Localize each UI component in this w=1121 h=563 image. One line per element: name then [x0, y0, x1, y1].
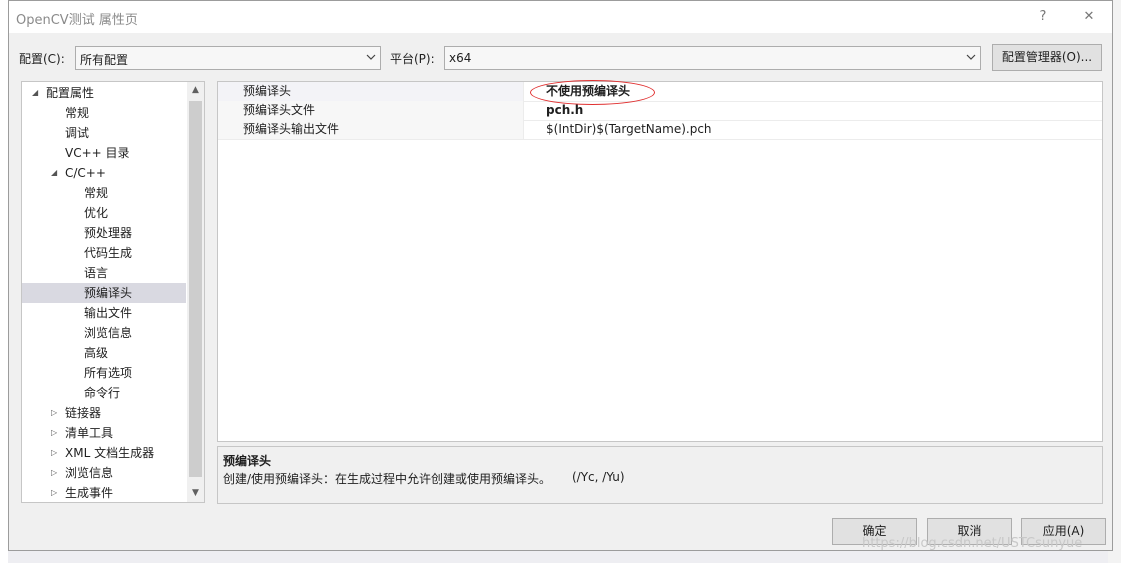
- property-row[interactable]: 预编译头输出文件 $(IntDir)$(TargetName).pch: [218, 120, 1102, 140]
- tree-item-label: 代码生成: [84, 246, 133, 260]
- property-pages-dialog: OpenCV测试 属性页 ? ✕ 配置(C): 所有配置 平台(P): x64 …: [8, 0, 1113, 551]
- description-switch: (/Yc, /Yu): [572, 470, 625, 484]
- tree-item-label: 优化: [84, 206, 109, 220]
- tree-item-label: 调试: [65, 126, 90, 140]
- property-tree: ▲ ▼ ◢ 配置属性 常规 调试 VC++ 目录 ◢ C/C++ 常规 优化 预处理器 代码生成 语言…: [21, 81, 205, 503]
- tree-item-label: 高级: [84, 346, 109, 360]
- help-button[interactable]: ?: [1026, 5, 1060, 29]
- collapsed-arrow-icon[interactable]: ▷: [51, 463, 57, 483]
- tree-item[interactable]: 浏览信息: [22, 323, 186, 343]
- configuration-value: 所有配置: [80, 53, 129, 67]
- tree-item[interactable]: 语言: [22, 263, 186, 283]
- description-title: 预编译头: [223, 454, 272, 468]
- tree-item[interactable]: 常规: [22, 103, 186, 123]
- collapsed-arrow-icon[interactable]: ▷: [51, 423, 57, 443]
- tree-item[interactable]: ▷ 生成事件: [22, 483, 186, 502]
- platform-label: 平台(P):: [390, 52, 435, 66]
- tree-item[interactable]: 代码生成: [22, 243, 186, 263]
- watermark: https://blog.csdn.net/USTCsunyue: [862, 536, 1083, 551]
- close-button[interactable]: ✕: [1072, 5, 1106, 29]
- tree-item-label: 常规: [65, 106, 90, 120]
- tree-item-label: 所有选项: [84, 366, 133, 380]
- property-grid: 预编译头 不使用预编译头 预编译头文件 pch.h 预编译头输出文件 $(IntDir)$…: [217, 80, 1103, 442]
- expanded-arrow-icon[interactable]: ◢: [51, 163, 57, 183]
- chevron-down-icon: [366, 52, 376, 62]
- tree-item[interactable]: 优化: [22, 203, 186, 223]
- property-name: 预编译头文件: [218, 101, 524, 120]
- tree-item-label: 配置属性: [46, 86, 95, 100]
- tree-item-label: 生成事件: [65, 486, 114, 500]
- tree-item[interactable]: 预编译头: [22, 283, 186, 303]
- tree-item[interactable]: 输出文件: [22, 303, 186, 323]
- scroll-up-arrow-icon[interactable]: ▲: [187, 82, 204, 99]
- window-title: OpenCV测试 属性页: [16, 13, 138, 28]
- tree-item[interactable]: VC++ 目录: [22, 143, 186, 163]
- tree-item-label: VC++ 目录: [65, 146, 130, 160]
- tree-item[interactable]: 常规: [22, 183, 186, 203]
- title-bar: OpenCV测试 属性页 ? ✕: [9, 1, 1112, 33]
- tree-item-label: 输出文件: [84, 306, 133, 320]
- background-toolbar-strip: [8, 550, 1108, 563]
- collapsed-arrow-icon[interactable]: ▷: [51, 403, 57, 423]
- chevron-down-icon: [966, 52, 976, 62]
- tree-item[interactable]: ▷ 链接器: [22, 403, 186, 423]
- tree-item-label: 浏览信息: [84, 326, 133, 340]
- configuration-manager-button[interactable]: 配置管理器(O)...: [992, 44, 1102, 71]
- tree-item-label: 浏览信息: [65, 466, 114, 480]
- property-row[interactable]: 预编译头 不使用预编译头: [218, 80, 1102, 105]
- tree-item-label: 命令行: [84, 386, 121, 400]
- tree-item[interactable]: ▷ 清单工具: [22, 423, 186, 443]
- tree-item[interactable]: 所有选项: [22, 363, 186, 383]
- tree-item-label: 清单工具: [65, 426, 114, 440]
- tree-item-label: 预编译头: [84, 286, 133, 300]
- platform-value: x64: [449, 51, 472, 65]
- tree-item-label: C/C++: [65, 166, 106, 180]
- configuration-label: 配置(C):: [19, 52, 65, 66]
- tree-item[interactable]: ▷ 浏览信息: [22, 463, 186, 483]
- tree-item[interactable]: 高级: [22, 343, 186, 363]
- tree-item[interactable]: 调试: [22, 123, 186, 143]
- property-name: 预编译头: [218, 82, 524, 101]
- expanded-arrow-icon[interactable]: ◢: [32, 83, 38, 103]
- tree-item-label: 链接器: [65, 406, 102, 420]
- property-value[interactable]: $(IntDir)$(TargetName).pch: [546, 120, 712, 139]
- description-panel: 预编译头 创建/使用预编译头：在生成过程中允许创建或使用预编译头。 (/Yc, …: [217, 446, 1103, 504]
- scroll-down-arrow-icon[interactable]: ▼: [187, 485, 204, 502]
- collapsed-arrow-icon[interactable]: ▷: [51, 443, 57, 463]
- tree-item[interactable]: ◢ 配置属性: [22, 83, 186, 103]
- tree-item-label: XML 文档生成器: [65, 446, 155, 460]
- tree-item[interactable]: 预处理器: [22, 223, 186, 243]
- tree-item[interactable]: 命令行: [22, 383, 186, 403]
- collapsed-arrow-icon[interactable]: ▷: [51, 483, 57, 502]
- background-editor-strip: [0, 0, 8, 563]
- tree-item-label: 预处理器: [84, 226, 133, 240]
- description-text: 创建/使用预编译头：在生成过程中允许创建或使用预编译头。: [223, 472, 552, 486]
- tree-item[interactable]: ◢ C/C++: [22, 163, 186, 183]
- configuration-dropdown[interactable]: 所有配置: [75, 46, 381, 70]
- tree-scrollbar[interactable]: ▲ ▼: [187, 82, 204, 502]
- property-row[interactable]: 预编译头文件 pch.h: [218, 101, 1102, 121]
- scroll-thumb[interactable]: [189, 101, 202, 477]
- tree-item[interactable]: ▷ XML 文档生成器: [22, 443, 186, 463]
- tree-item-label: 语言: [84, 266, 109, 280]
- platform-dropdown[interactable]: x64: [444, 46, 981, 70]
- property-value[interactable]: pch.h: [546, 101, 583, 120]
- tree-item-label: 常规: [84, 186, 109, 200]
- property-name: 预编译头输出文件: [218, 120, 524, 139]
